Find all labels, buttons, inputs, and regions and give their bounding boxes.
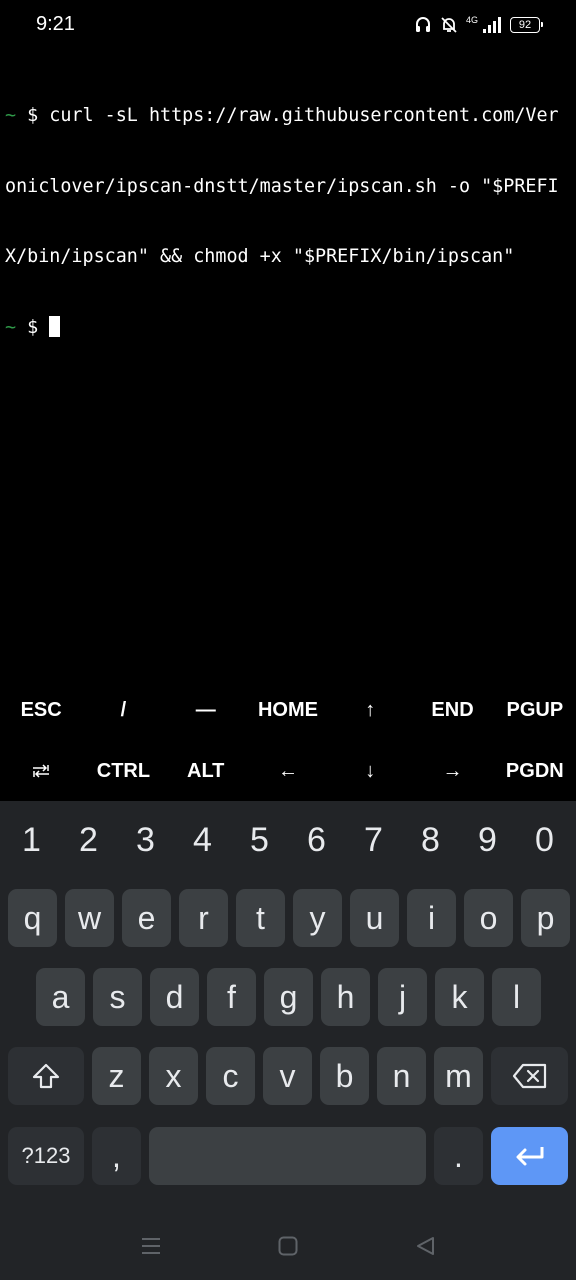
shift-icon bbox=[32, 1063, 60, 1089]
shift-key[interactable] bbox=[8, 1047, 84, 1105]
terminal-text: oniclover/ipscan-dnstt/master/ipscan.sh … bbox=[5, 175, 559, 197]
status-bar: 9:21 4G 92 bbox=[0, 0, 576, 50]
home-key[interactable]: HOME bbox=[247, 680, 329, 740]
bell-off-icon bbox=[440, 16, 458, 34]
status-icons: 4G 92 bbox=[414, 14, 543, 36]
key-1[interactable]: 1 bbox=[3, 813, 60, 867]
extra-keys-row-1: ESC / — HOME ↑ END PGUP bbox=[0, 680, 576, 740]
key-n[interactable]: n bbox=[377, 1047, 426, 1105]
terminal-line: ~ $ curl -sL https://raw.githubuserconte… bbox=[5, 104, 571, 128]
dash-key[interactable]: — bbox=[165, 680, 247, 740]
arrow-down-key[interactable]: ↓ bbox=[329, 741, 411, 801]
extra-keys-bar: ESC / — HOME ↑ END PGUP CTRL ALT ← ↓ → P… bbox=[0, 680, 576, 801]
key-a[interactable]: a bbox=[36, 968, 85, 1026]
key-t[interactable]: t bbox=[236, 889, 285, 947]
end-key[interactable]: END bbox=[411, 680, 493, 740]
terminal-text: $ bbox=[16, 316, 50, 338]
network-type: 4G bbox=[465, 15, 478, 25]
arrow-up-key[interactable]: ↑ bbox=[329, 680, 411, 740]
key-u[interactable]: u bbox=[350, 889, 399, 947]
slash-key[interactable]: / bbox=[82, 680, 164, 740]
key-x[interactable]: x bbox=[149, 1047, 198, 1105]
pgup-key[interactable]: PGUP bbox=[494, 680, 576, 740]
arrow-right-key[interactable]: → bbox=[411, 741, 493, 801]
number-row: 1 2 3 4 5 6 7 8 9 0 bbox=[0, 813, 576, 867]
arrow-left-key[interactable]: ← bbox=[247, 741, 329, 801]
space-bar[interactable] bbox=[149, 1127, 426, 1185]
key-v[interactable]: v bbox=[263, 1047, 312, 1105]
key-o[interactable]: o bbox=[464, 889, 513, 947]
navigation-bar bbox=[0, 1210, 576, 1280]
key-w[interactable]: w bbox=[65, 889, 114, 947]
key-4[interactable]: 4 bbox=[174, 813, 231, 867]
key-8[interactable]: 8 bbox=[402, 813, 459, 867]
comma-key[interactable]: , bbox=[92, 1127, 141, 1185]
battery-icon: 92 bbox=[510, 17, 543, 33]
key-f[interactable]: f bbox=[207, 968, 256, 1026]
symbols-key[interactable]: ?123 bbox=[8, 1127, 84, 1185]
battery-level: 92 bbox=[518, 19, 532, 31]
key-b[interactable]: b bbox=[320, 1047, 369, 1105]
key-6[interactable]: 6 bbox=[288, 813, 345, 867]
key-7[interactable]: 7 bbox=[345, 813, 402, 867]
ctrl-key[interactable]: CTRL bbox=[82, 741, 164, 801]
key-e[interactable]: e bbox=[122, 889, 171, 947]
recents-icon[interactable] bbox=[137, 1232, 165, 1260]
extra-keys-row-2: CTRL ALT ← ↓ → PGDN bbox=[0, 741, 576, 801]
key-g[interactable]: g bbox=[264, 968, 313, 1026]
key-p[interactable]: p bbox=[521, 889, 570, 947]
tab-key[interactable] bbox=[0, 741, 82, 801]
terminal-output[interactable]: ~ $ curl -sL https://raw.githubuserconte… bbox=[5, 57, 571, 363]
key-9[interactable]: 9 bbox=[459, 813, 516, 867]
signal-icon bbox=[482, 16, 502, 34]
key-z[interactable]: z bbox=[92, 1047, 141, 1105]
backspace-icon bbox=[512, 1063, 546, 1089]
key-l[interactable]: l bbox=[492, 968, 541, 1026]
pgdn-key[interactable]: PGDN bbox=[494, 741, 576, 801]
enter-icon bbox=[516, 1147, 543, 1166]
alt-key[interactable]: ALT bbox=[165, 741, 247, 801]
terminal-line: oniclover/ipscan-dnstt/master/ipscan.sh … bbox=[5, 175, 571, 199]
key-3[interactable]: 3 bbox=[117, 813, 174, 867]
backspace-key[interactable] bbox=[491, 1047, 568, 1105]
prompt-tilde: ~ bbox=[5, 316, 17, 338]
soft-keyboard: 1 2 3 4 5 6 7 8 9 0 q w e r t y u i o p … bbox=[0, 801, 576, 1280]
terminal-text: $ curl -sL https://raw.githubusercontent… bbox=[16, 105, 559, 126]
key-y[interactable]: y bbox=[293, 889, 342, 947]
key-i[interactable]: i bbox=[407, 889, 456, 947]
esc-key[interactable]: ESC bbox=[0, 680, 82, 740]
terminal-text: X/bin/ipscan" && chmod +x "$PREFIX/bin/i… bbox=[5, 246, 515, 267]
key-c[interactable]: c bbox=[206, 1047, 255, 1105]
key-h[interactable]: h bbox=[321, 968, 370, 1026]
home-icon[interactable] bbox=[274, 1232, 302, 1260]
key-0[interactable]: 0 bbox=[516, 813, 573, 867]
key-q[interactable]: q bbox=[8, 889, 57, 947]
key-d[interactable]: d bbox=[150, 968, 199, 1026]
prompt-tilde: ~ bbox=[5, 105, 17, 126]
key-j[interactable]: j bbox=[378, 968, 427, 1026]
terminal-line: ~ $ bbox=[5, 315, 571, 340]
key-2[interactable]: 2 bbox=[60, 813, 117, 867]
key-s[interactable]: s bbox=[93, 968, 142, 1026]
key-m[interactable]: m bbox=[434, 1047, 483, 1105]
headset-icon bbox=[414, 16, 432, 34]
terminal-line: X/bin/ipscan" && chmod +x "$PREFIX/bin/i… bbox=[5, 245, 571, 269]
status-time: 9:21 bbox=[36, 13, 75, 35]
tab-icon bbox=[33, 764, 50, 778]
enter-key[interactable] bbox=[491, 1127, 568, 1185]
key-r[interactable]: r bbox=[179, 889, 228, 947]
text-cursor bbox=[49, 315, 61, 337]
key-5[interactable]: 5 bbox=[231, 813, 288, 867]
key-k[interactable]: k bbox=[435, 968, 484, 1026]
back-icon[interactable] bbox=[411, 1232, 439, 1260]
period-key[interactable]: . bbox=[434, 1127, 483, 1185]
